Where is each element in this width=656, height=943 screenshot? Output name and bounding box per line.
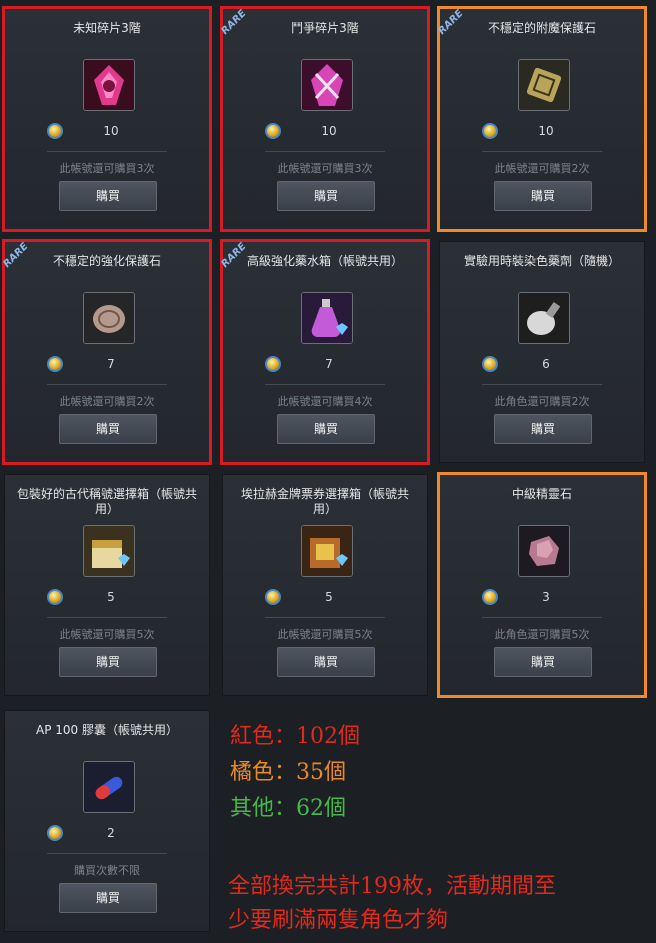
divider: [482, 384, 602, 385]
item-title: 未知碎片3階: [73, 21, 141, 35]
item-title: 中級精靈石: [511, 487, 572, 501]
item-title: 鬥爭碎片3階: [291, 21, 359, 35]
divider: [47, 151, 167, 152]
buy-button[interactable]: 購買: [494, 647, 592, 677]
purchase-limit: 此帳號還可購買3次: [59, 162, 155, 175]
buy-button[interactable]: 購買: [59, 181, 157, 211]
buy-button[interactable]: 購買: [59, 883, 157, 913]
shop-item-card: 實驗用時裝染色藥劑（隨機） 6 此角色還可購買2次 購買: [439, 241, 645, 463]
purchase-limit: 此角色還可購買2次: [494, 395, 590, 408]
buy-button[interactable]: 購買: [277, 414, 375, 444]
note-summary-line2: 少要刷滿兩隻角色才夠: [228, 908, 449, 933]
buy-button[interactable]: 購買: [59, 647, 157, 677]
divider: [482, 617, 602, 618]
note-other-count: 其他：62個: [230, 796, 346, 821]
item-price: 10: [538, 124, 554, 138]
purchase-limit: 此帳號還可購買3次: [277, 162, 373, 175]
note-orange-count: 橘色：35個: [230, 760, 346, 785]
shop-item-card: RARE 高級強化藥水箱（帳號共用） 7 此帳號還可購買4次 購買: [220, 239, 430, 465]
currency-coin-icon: [265, 123, 281, 139]
currency-coin-icon: [47, 589, 63, 605]
buy-button[interactable]: 購買: [494, 181, 592, 211]
note-red-count: 紅色：102個: [230, 724, 360, 749]
item-price: 2: [107, 826, 115, 840]
item-title: 實驗用時裝染色藥劑（隨機）: [463, 254, 620, 268]
currency-coin-icon: [47, 123, 63, 139]
divider: [265, 384, 385, 385]
purchase-limit: 此帳號還可購買5次: [59, 628, 155, 641]
item-title: 不穩定的附魔保護石: [487, 21, 596, 35]
purchase-limit: 此帳號還可購買2次: [494, 162, 590, 175]
shop-item-card: RARE 不穩定的附魔保護石 10 此帳號還可購買2次 購買: [437, 6, 647, 232]
divider: [482, 151, 602, 152]
divider: [47, 617, 167, 618]
divider: [265, 617, 385, 618]
divider: [47, 853, 167, 854]
buy-button[interactable]: 購買: [277, 181, 375, 211]
currency-coin-icon: [482, 356, 498, 372]
item-price: 6: [542, 357, 550, 371]
shop-item-card: 中級精靈石 3 此角色還可購買5次 購買: [437, 472, 647, 698]
purchase-limit: 購買次數不限: [74, 864, 140, 877]
title-box-icon: [83, 525, 135, 577]
item-title: 不穩定的強化保護石: [52, 254, 161, 268]
item-price: 10: [103, 124, 119, 138]
item-price: 3: [542, 590, 550, 604]
purchase-limit: 此帳號還可購買4次: [277, 395, 373, 408]
swords-shard-icon: [301, 59, 353, 111]
shop-item-card: AP 100 膠囊（帳號共用） 2 購買次數不限 購買: [4, 710, 210, 932]
item-price: 10: [321, 124, 337, 138]
purchase-limit: 此帳號還可購買5次: [277, 628, 373, 641]
item-price: 7: [107, 357, 115, 371]
dye-bottle-icon: [518, 292, 570, 344]
item-title: AP 100 膠囊（帳號共用）: [36, 723, 178, 737]
buy-button[interactable]: 購買: [277, 647, 375, 677]
shop-item-card: 包裝好的古代稱號選擇箱（帳號共用） 5 此帳號還可購買5次 購買: [4, 474, 210, 696]
currency-coin-icon: [482, 123, 498, 139]
crystal-shard-icon: [83, 59, 135, 111]
currency-coin-icon: [47, 356, 63, 372]
shop-item-card: RARE 不穩定的強化保護石 7 此帳號還可購買2次 購買: [2, 239, 212, 465]
currency-coin-icon: [482, 589, 498, 605]
currency-coin-icon: [265, 589, 281, 605]
purchase-limit: 此帳號還可購買2次: [59, 395, 155, 408]
enchant-stone-icon: [518, 59, 570, 111]
item-price: 7: [325, 357, 333, 371]
ticket-box-icon: [301, 525, 353, 577]
item-title: 埃拉赫金牌票券選擇箱（帳號共用）: [240, 487, 409, 516]
spirit-stone-icon: [518, 525, 570, 577]
shop-item-card: 未知碎片3階 10 此帳號還可購買3次 購買: [2, 6, 212, 232]
currency-coin-icon: [265, 356, 281, 372]
reinforce-stone-icon: [83, 292, 135, 344]
buy-button[interactable]: 購買: [494, 414, 592, 444]
item-price: 5: [325, 590, 333, 604]
divider: [265, 151, 385, 152]
currency-coin-icon: [47, 825, 63, 841]
item-title: 包裝好的古代稱號選擇箱（帳號共用）: [16, 487, 197, 516]
buy-button[interactable]: 購買: [59, 414, 157, 444]
purchase-limit: 此角色還可購買5次: [494, 628, 590, 641]
item-price: 5: [107, 590, 115, 604]
item-title: 高級強化藥水箱（帳號共用）: [246, 254, 403, 268]
shop-item-card: RARE 鬥爭碎片3階 10 此帳號還可購買3次 購買: [220, 6, 430, 232]
note-summary-line1: 全部換完共計199枚，活動期間至: [228, 874, 556, 899]
potion-box-icon: [301, 292, 353, 344]
shop-item-card: 埃拉赫金牌票券選擇箱（帳號共用） 5 此帳號還可購買5次 購買: [222, 474, 428, 696]
divider: [47, 384, 167, 385]
capsule-icon: [83, 761, 135, 813]
